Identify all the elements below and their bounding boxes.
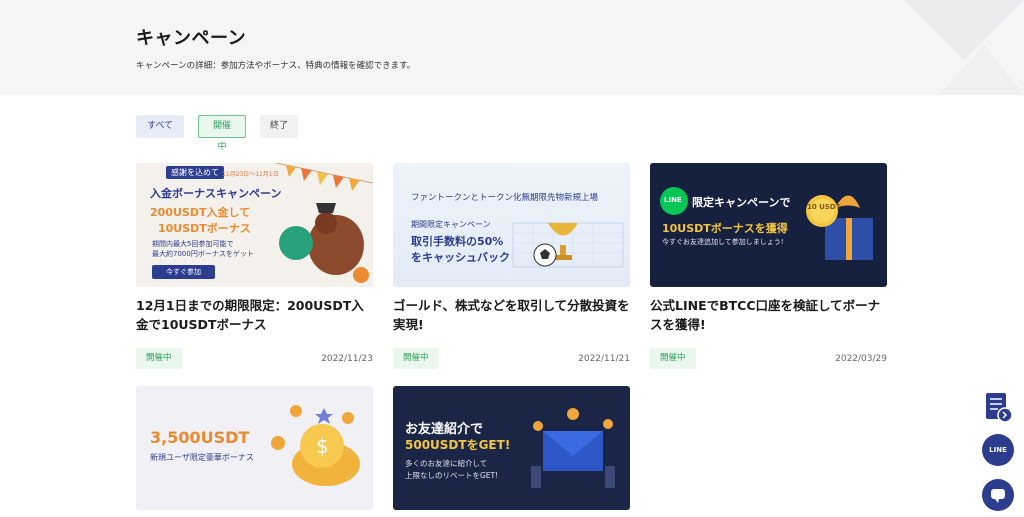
filter-tabs: すべて 開催中 終了	[136, 115, 298, 152]
filter-ongoing[interactable]: 開催中	[198, 115, 246, 152]
card-title[interactable]: ゴールド、株式などを取引して分散投資を実現!	[393, 296, 630, 336]
banner-line2: 取引手数料の50%	[411, 235, 504, 248]
banner-heading: 3,500USDT	[150, 428, 250, 447]
filter-ended[interactable]: 終了	[260, 115, 298, 138]
banner-tag: 感謝を込めて	[166, 166, 224, 179]
campaign-card[interactable]: ファントークンとトークン化無期限先物新規上場 期間限定キャンペーン 取引手数料の…	[393, 163, 630, 369]
campaign-banner[interactable]: ファントークンとトークン化無期限先物新規上場 期間限定キャンペーン 取引手数料の…	[393, 163, 630, 287]
join-now-button[interactable]: 今すぐ参加	[152, 265, 215, 279]
status-badge: 開催中	[136, 348, 182, 369]
banner-line1: 期間限定キャンペーン	[411, 220, 491, 229]
status-badge: 開催中	[393, 348, 439, 369]
coin-illustration: $	[271, 405, 360, 486]
card-title[interactable]: 公式LINEでBTCC口座を検証してボーナスを獲得!	[650, 296, 887, 336]
page-header: キャンペーン キャンペーンの詳細：参加方法やボーナス、特典の情報を確認できます。	[0, 0, 1024, 95]
header-decoration	[904, 0, 1024, 95]
page-title: キャンペーン	[136, 28, 247, 49]
campaign-banner[interactable]: $ 3,500USDT 新規ユーザ限定豪華ボーナス	[136, 386, 373, 510]
banner-heading: 入金ボーナスキャンペーン	[150, 187, 282, 200]
campaign-card[interactable]: 感謝を込めて 11月23日〜12月1日 入金ボーナスキャンペーン 200USDT…	[136, 163, 373, 369]
campaign-card[interactable]: お友達紹介で 500USDTをGET! 多くのお友達に紹介して 上限なしのリベー…	[393, 386, 630, 510]
banner-note2: 最大約7000円ボーナスをゲット	[152, 250, 254, 258]
card-date: 2022/11/21	[578, 353, 630, 364]
banner-line1: 500USDTをGET!	[405, 438, 511, 452]
banner-period: 11月23日〜12月1日	[222, 171, 279, 178]
campaign-banner[interactable]: お友達紹介で 500USDTをGET! 多くのお友達に紹介して 上限なしのリベー…	[393, 386, 630, 510]
filter-all[interactable]: すべて	[136, 115, 184, 138]
card-date: 2022/11/23	[321, 353, 373, 364]
banner-heading: 限定キャンペーンで	[692, 196, 791, 209]
document-icon[interactable]	[982, 391, 1014, 429]
campaign-banner[interactable]: 感謝を込めて 11月23日〜12月1日 入金ボーナスキャンペーン 200USDT…	[136, 163, 373, 287]
line-logo: LINE	[664, 196, 682, 204]
coin-label: 10 USDT	[807, 203, 841, 211]
banner-line1: 200USDT入金して	[150, 206, 251, 219]
card-date: 2022/03/29	[835, 353, 887, 364]
campaign-banner[interactable]: LINE 限定キャンペーンで 10USDTボーナスを獲得 今すぐお友達追加して参…	[650, 163, 887, 287]
campaign-card[interactable]: $ 3,500USDT 新規ユーザ限定豪華ボーナス	[136, 386, 373, 510]
card-title[interactable]: 12月1日までの期限限定：200USDT入金で10USDTボーナス	[136, 296, 373, 336]
banner-line2: 今すぐお友達追加して参加しましょう!	[662, 238, 784, 246]
banner-line3: をキャッシュバック	[411, 251, 510, 264]
banner-line3: 上限なしのリベートをGET!	[405, 471, 499, 480]
page-subtitle: キャンペーンの詳細：参加方法やボーナス、特典の情報を確認できます。	[136, 61, 416, 71]
banner-heading: ファントークンとトークン化無期限先物新規上場	[411, 193, 599, 203]
chat-button[interactable]	[982, 479, 1014, 511]
line-button[interactable]: LINE	[982, 434, 1014, 466]
banner-line2: 多くのお友達に紹介して	[405, 459, 488, 468]
status-badge: 開催中	[650, 348, 696, 369]
banner-line2: 10USDTボーナス	[158, 222, 251, 235]
banner-line1: 10USDTボーナスを獲得	[662, 222, 788, 235]
banner-note1: 期間内最大5回参加可能で	[152, 240, 234, 248]
banner-heading: お友達紹介で	[405, 422, 484, 437]
chat-icon	[991, 489, 1005, 503]
svg-text:$: $	[316, 434, 329, 458]
campaign-card[interactable]: LINE 限定キャンペーンで 10USDTボーナスを獲得 今すぐお友達追加して参…	[650, 163, 887, 369]
banner-line1: 新規ユーザ限定豪華ボーナス	[150, 453, 254, 462]
